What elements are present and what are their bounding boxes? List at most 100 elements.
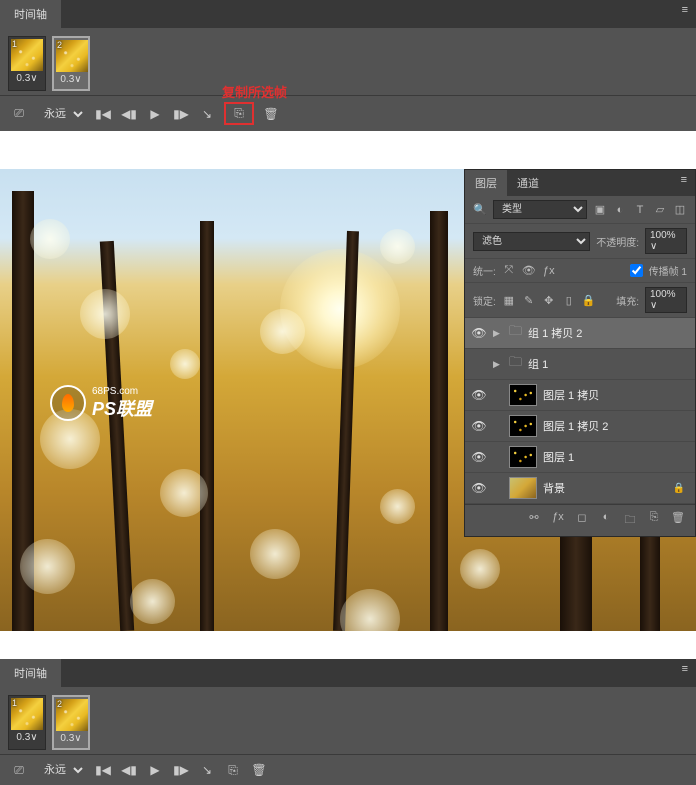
lock-position-icon[interactable]: ✥	[542, 294, 556, 307]
delete-layer-icon[interactable]: 🗑	[671, 511, 685, 530]
search-icon[interactable]: 🔍	[473, 203, 487, 216]
lock-pixels-icon[interactable]: ✎	[522, 294, 536, 307]
unify-position-icon[interactable]: ⤧	[502, 264, 516, 277]
layer-row-background[interactable]: 👁 背景 🔒	[465, 473, 695, 504]
locked-icon: 🔒	[673, 483, 685, 494]
expand-icon[interactable]: ▶	[493, 328, 503, 339]
frame-delay-dropdown[interactable]: 0.3∨	[11, 71, 43, 86]
delete-frame-icon[interactable]: 🗑	[262, 107, 280, 121]
layer-row-layer1[interactable]: 👁 图层 1	[465, 442, 695, 473]
visibility-toggle-icon[interactable]: 👁	[471, 388, 487, 402]
timeline-tab[interactable]: 时间轴	[0, 659, 61, 687]
loop-select[interactable]: 永远	[36, 105, 86, 123]
delete-frame-icon[interactable]: 🗑	[250, 763, 268, 777]
filter-adjustment-icon[interactable]: ◐	[613, 204, 627, 216]
layer-name[interactable]: 图层 1 拷贝	[543, 387, 689, 403]
frame-2[interactable]: 2 0.3∨	[52, 36, 90, 91]
layer-name[interactable]: 组 1	[528, 356, 689, 372]
loop-select[interactable]: 永远	[36, 761, 86, 779]
watermark-logo	[50, 385, 86, 421]
layer-row-group1[interactable]: ▶ 🗀 组 1	[465, 349, 695, 380]
panel-menu-icon[interactable]: ≡	[673, 170, 695, 196]
layers-tab-bar: 图层 通道 ≡	[465, 170, 695, 196]
layer-mask-icon[interactable]: ◻	[575, 511, 589, 530]
bokeh-circle	[460, 549, 500, 589]
layer-name[interactable]: 图层 1 拷贝 2	[543, 418, 689, 434]
layer-thumbnail[interactable]	[509, 415, 537, 437]
play-icon[interactable]: ▶	[146, 763, 164, 777]
expand-icon[interactable]: ▶	[493, 359, 503, 370]
layer-row-layer-copy[interactable]: 👁 图层 1 拷贝	[465, 380, 695, 411]
filter-pixel-icon[interactable]: ▣	[593, 203, 607, 216]
propagate-checkbox[interactable]	[630, 264, 643, 277]
convert-timeline-icon[interactable]: ⎚	[10, 106, 28, 121]
frame-strip: 1 0.3∨ 2 0.3∨	[8, 695, 688, 750]
blend-mode-select[interactable]: 滤色	[473, 232, 590, 251]
link-layers-icon[interactable]: ⚯	[527, 511, 541, 530]
layer-name[interactable]: 组 1 拷贝 2	[528, 325, 689, 341]
frame-number: 1	[12, 39, 17, 49]
first-frame-icon[interactable]: ▮◀	[94, 763, 112, 777]
frame-2[interactable]: 2 0.3∨	[52, 695, 90, 750]
tween-icon[interactable]: ↘	[198, 107, 216, 121]
tab-channels[interactable]: 通道	[507, 170, 549, 196]
new-layer-icon[interactable]: ⎘	[647, 511, 661, 530]
tab-layers[interactable]: 图层	[465, 170, 507, 196]
layer-row-layer-copy2[interactable]: 👁 图层 1 拷贝 2	[465, 411, 695, 442]
panel-menu-icon[interactable]: ≡	[674, 659, 696, 687]
visibility-toggle-icon[interactable]: 👁	[471, 419, 487, 433]
filter-shape-icon[interactable]: ▱	[653, 203, 667, 216]
timeline-tab[interactable]: 时间轴	[0, 0, 61, 28]
layer-name[interactable]: 图层 1	[543, 449, 689, 465]
canvas-area[interactable]: 68PS.com PS联盟 ≪ × 图层 通道 ≡ 🔍 类型 ▣ ◐ T ▱ ◫…	[0, 169, 696, 631]
next-frame-icon[interactable]: ▮▶	[172, 763, 190, 777]
bokeh-circle	[30, 219, 70, 259]
timeline-tab-bar: 时间轴 ≡	[0, 0, 696, 28]
frame-1[interactable]: 1 0.3∨	[8, 36, 46, 91]
adjustment-layer-icon[interactable]: ◐	[599, 511, 613, 530]
lock-transparency-icon[interactable]: ▦	[502, 294, 516, 307]
filter-smart-icon[interactable]: ◫	[673, 203, 687, 216]
first-frame-icon[interactable]: ▮◀	[94, 107, 112, 121]
frame-number: 2	[57, 40, 62, 50]
play-icon[interactable]: ▶	[146, 107, 164, 121]
duplicate-frame-icon[interactable]: ⎘	[224, 763, 242, 778]
filter-type-icon[interactable]: T	[633, 204, 647, 216]
prev-frame-icon[interactable]: ◀▮	[120, 763, 138, 777]
filter-kind-select[interactable]: 类型	[493, 200, 587, 219]
next-frame-icon[interactable]: ▮▶	[172, 107, 190, 121]
lock-fill-row: 锁定: ▦ ✎ ✥ ▯ 🔒 填充: 100% ∨	[465, 283, 695, 318]
prev-frame-icon[interactable]: ◀▮	[120, 107, 138, 121]
frame-1[interactable]: 1 0.3∨	[8, 695, 46, 750]
fill-value[interactable]: 100% ∨	[645, 287, 687, 313]
layer-thumbnail[interactable]	[509, 446, 537, 468]
layer-thumbnail[interactable]	[509, 384, 537, 406]
layer-thumbnail[interactable]	[509, 477, 537, 499]
opacity-value[interactable]: 100% ∨	[645, 228, 687, 254]
layer-style-icon[interactable]: ƒx	[551, 511, 565, 530]
frame-strip: 1 0.3∨ 2 0.3∨	[8, 36, 688, 91]
visibility-toggle-icon[interactable]: 👁	[471, 481, 487, 495]
duplicate-frame-icon[interactable]: ⎘	[230, 106, 248, 121]
timeline-controls: ⎚ 永远 ▮◀ ◀▮ ▶ ▮▶ ↘ ⎘ 🗑	[0, 754, 696, 785]
bokeh-circle	[160, 469, 208, 517]
unify-style-icon[interactable]: ƒx	[542, 265, 556, 277]
visibility-toggle-icon[interactable]: 👁	[471, 326, 487, 340]
frame-delay-dropdown[interactable]: 0.3∨	[56, 731, 86, 746]
unify-visibility-icon[interactable]: 👁	[522, 264, 536, 277]
frame-delay-dropdown[interactable]: 0.3∨	[56, 72, 86, 87]
bokeh-circle	[250, 529, 300, 579]
layer-name[interactable]: 背景	[543, 480, 667, 496]
lock-all-icon[interactable]: 🔒	[582, 294, 596, 307]
folder-icon: 🗀	[509, 353, 522, 375]
convert-timeline-icon[interactable]: ⎚	[10, 763, 28, 778]
watermark-brand: PS联盟	[92, 398, 152, 421]
panel-menu-icon[interactable]: ≡	[674, 0, 696, 28]
lock-artboard-icon[interactable]: ▯	[562, 294, 576, 307]
frame-delay-dropdown[interactable]: 0.3∨	[11, 730, 43, 745]
new-group-icon[interactable]: 🗀	[623, 511, 637, 530]
tween-icon[interactable]: ↘	[198, 763, 216, 777]
visibility-toggle-icon[interactable]: 👁	[471, 450, 487, 464]
watermark-url: 68PS.com	[92, 385, 152, 398]
layer-row-group-copy2[interactable]: 👁 ▶ 🗀 组 1 拷贝 2	[465, 318, 695, 349]
